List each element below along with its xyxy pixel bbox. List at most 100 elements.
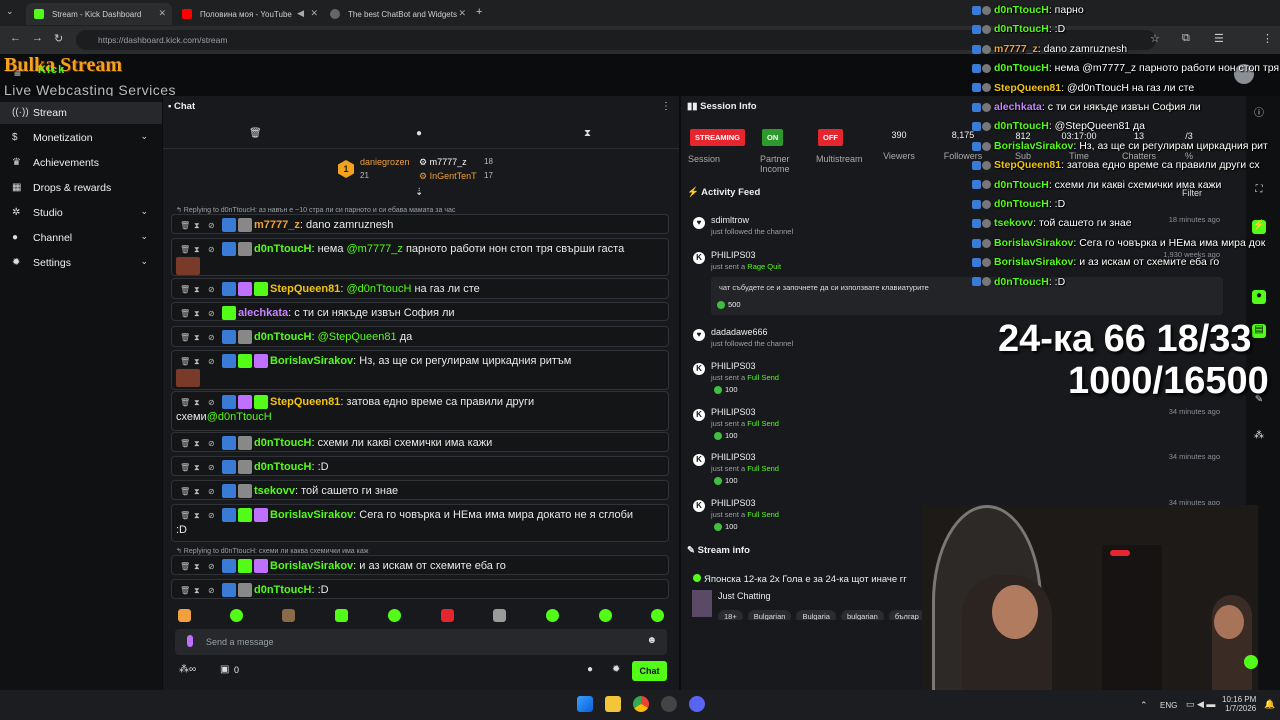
top-user-name[interactable]: ⚙ InGentTenT [419, 171, 477, 182]
chat-message[interactable]: 🗑 ⧗ ⊘ StepQueen81: затова едно време са пра… [171, 391, 669, 431]
activity-username[interactable]: PHILIPS03 [711, 452, 756, 462]
activity-username[interactable]: PHILIPS03 [711, 498, 756, 508]
delete-icon[interactable]: 🗑 [180, 398, 190, 407]
timeout-icon[interactable]: ⧗ [194, 586, 203, 595]
stream-title[interactable]: Японска 12-ка 2х Гола е за 24-ка щот ина… [693, 574, 921, 585]
ban-icon[interactable]: ⊘ [208, 586, 217, 595]
tab-search-icon[interactable]: ☰ [1214, 32, 1224, 45]
fullscreen-icon[interactable]: ⛶ [1252, 184, 1266, 198]
activity-item[interactable]: K PHILIPS03 just sent a Full Send 34 minute… [690, 452, 1230, 486]
chat-message[interactable]: 🗑 ⧗ ⊘ d0nTtoucH: :D [171, 579, 669, 599]
chevron-down-icon[interactable]: ⌄ [140, 206, 148, 217]
emote-icon[interactable] [651, 609, 664, 622]
gear-icon[interactable]: ✹ [612, 664, 620, 675]
timeout-icon[interactable]: ⧗ [194, 562, 203, 571]
chat-message[interactable]: 🗑 ⧗ ⊘ StepQueen81: @d0nTtoucH на газ ли сте [171, 278, 669, 299]
chat-message[interactable]: 🗑 ⧗ ⊘ d0nTtoucH: @StepQueen81 да [171, 326, 669, 347]
category-name[interactable]: Just Chatting [718, 591, 771, 601]
activity-username[interactable]: PHILIPS03 [711, 361, 756, 371]
chat-message[interactable]: 🗑 ⧗ ⊘ BorislavSirakov: Нз, аз ще си регулир… [171, 350, 669, 390]
chat-mode-icon[interactable]: ● [416, 128, 422, 139]
windows-start-icon[interactable] [577, 696, 593, 712]
sidebar-item-monetization[interactable]: $ Monetization ⌄ [0, 127, 162, 149]
activity-username[interactable]: sdimltrow [711, 215, 749, 225]
ban-icon[interactable]: ⊘ [208, 487, 217, 496]
sidebar-item-stream[interactable]: ((·)) Stream [0, 102, 162, 124]
panel-icon[interactable]: ▤ [1252, 324, 1266, 338]
reload-icon[interactable]: ↻ [54, 32, 63, 45]
send-message-input[interactable]: Send a message ☻ [175, 629, 667, 655]
top-user-name[interactable]: daniegrozen [360, 157, 410, 167]
chat-message[interactable]: 🗑 ⧗ ⊘ tsekovv: той сашето ги знае [171, 480, 669, 500]
chat-message[interactable]: 🗑 ⧗ ⊘ d0nTtoucH: нема @m7777_z парното рабо… [171, 238, 669, 276]
ban-icon[interactable]: ⊘ [208, 333, 217, 342]
ban-icon[interactable]: ⊘ [208, 398, 217, 407]
info-icon[interactable]: ⓘ [1252, 104, 1266, 119]
store-icon[interactable]: ▣ [220, 664, 229, 675]
stream-tag[interactable]: 18+ [718, 610, 743, 620]
microphone-icon[interactable] [187, 635, 193, 647]
tab-youtube[interactable]: Половина моя - YouTube ◀ ✕ [174, 3, 324, 25]
language-indicator[interactable]: ENG [1160, 701, 1177, 710]
timeout-icon[interactable]: ⧗ [194, 309, 203, 318]
chat-username[interactable]: d0nTtoucH [254, 461, 311, 473]
ban-icon[interactable]: ⊘ [208, 245, 217, 254]
chevron-down-icon[interactable]: ⌄ [140, 231, 148, 242]
category-thumbnail[interactable] [692, 590, 712, 617]
sidebar-item-settings[interactable]: ✹ Settings ⌄ [0, 252, 162, 274]
clock[interactable]: 10:16 PM 1/7/2026 [1222, 695, 1256, 713]
bookmark-star-icon[interactable]: ☆ [1150, 32, 1160, 45]
delete-icon[interactable]: 🗑 [180, 463, 190, 472]
delete-icon[interactable]: 🗑 [180, 562, 190, 571]
delete-icon[interactable]: 🗑 [180, 245, 190, 254]
emote-icon[interactable] [388, 609, 401, 622]
ban-icon[interactable]: ⊘ [208, 285, 217, 294]
chevron-down-icon[interactable]: ⌄ [140, 131, 148, 142]
new-tab-icon[interactable]: + [476, 6, 482, 18]
timeout-icon[interactable]: ⧗ [194, 245, 203, 254]
close-icon[interactable]: ✕ [310, 8, 318, 19]
sidebar-item-achievements[interactable]: ♛ Achievements [0, 152, 162, 174]
chat-username[interactable]: StepQueen81 [270, 396, 340, 408]
chat-message[interactable]: 🗑 ⧗ ⊘ alechkata: с ти си някъде извън София… [171, 302, 669, 321]
chat-mention[interactable]: @d0nTtoucH [346, 283, 411, 295]
expand-icon[interactable]: ⇣ [415, 187, 423, 198]
timeout-icon[interactable]: ⧗ [194, 487, 203, 496]
emote-icon[interactable] [335, 609, 348, 622]
timeout-icon[interactable]: ⧗ [194, 285, 203, 294]
activity-item[interactable]: K PHILIPS03 just sent a Full Send 34 minute… [690, 407, 1230, 441]
ban-icon[interactable]: ⊘ [208, 463, 217, 472]
sidebar-item-channel[interactable]: ● Channel ⌄ [0, 227, 162, 249]
timeout-icon[interactable]: ⧗ [194, 221, 203, 230]
delete-icon[interactable]: 🗑 [180, 487, 190, 496]
chat-mention[interactable]: @StepQueen81 [318, 331, 397, 343]
emote-icon[interactable] [599, 609, 612, 622]
sidebar-item-drops-rewards[interactable]: ▦ Drops & rewards [0, 177, 162, 199]
chat-username[interactable]: BorislavSirakov [270, 355, 353, 367]
chat-menu-icon[interactable]: ⋮ [661, 101, 671, 112]
emoji-icon[interactable]: ☻ [646, 635, 657, 646]
chat-mention[interactable]: @m7777_z [347, 243, 403, 255]
chat-username[interactable]: d0nTtoucH [254, 584, 311, 596]
obs-icon[interactable] [661, 696, 677, 712]
chrome-icon[interactable] [633, 696, 649, 712]
tab-kick-dashboard[interactable]: Stream - Kick Dashboard ✕ [26, 3, 172, 25]
tray-chevron-icon[interactable]: ⌃ [1140, 700, 1148, 711]
timeout-icon[interactable]: ⧗ [194, 439, 203, 448]
tab-chatbot[interactable]: The best ChatBot and Widgets ✕ [322, 3, 472, 25]
chat-message[interactable]: 🗑 ⧗ ⊘ d0nTtoucH: :D [171, 456, 669, 476]
chat-username[interactable]: StepQueen81 [270, 283, 340, 295]
delete-icon[interactable]: 🗑 [180, 586, 190, 595]
delete-icon[interactable]: 🗑 [180, 511, 190, 520]
chat-mention[interactable]: @d0nTtoucH [207, 411, 272, 423]
timeout-icon[interactable]: ⧗ [194, 511, 203, 520]
ban-icon[interactable]: ⊘ [208, 511, 217, 520]
delete-icon[interactable]: 🗑 [180, 439, 190, 448]
lightning-icon[interactable]: ⚡ [1252, 220, 1266, 234]
network-icon[interactable]: ▭ ◀ ▬ [1186, 699, 1215, 710]
chat-bubble-icon[interactable]: ● [587, 664, 593, 675]
chat-username[interactable]: d0nTtoucH [254, 243, 311, 255]
emote-icon[interactable] [282, 609, 295, 622]
chat-username[interactable]: d0nTtoucH [254, 437, 311, 449]
chat-message[interactable]: 🗑 ⧗ ⊘ BorislavSirakov: и аз искам от схемит… [171, 555, 669, 575]
